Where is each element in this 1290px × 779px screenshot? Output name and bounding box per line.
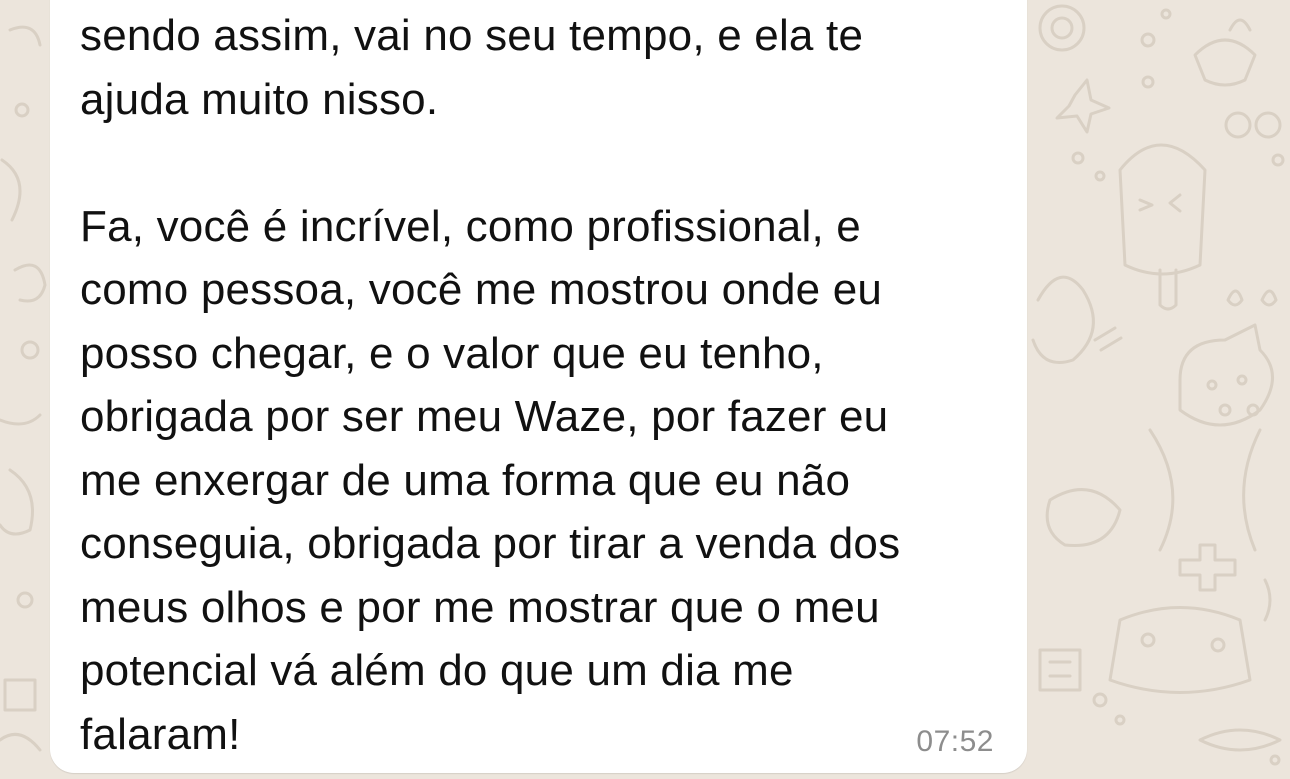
message-timestamp: 07:52 bbox=[916, 725, 994, 758]
message-text: sendo assim, vai no seu tempo, e ela te … bbox=[80, 11, 901, 759]
